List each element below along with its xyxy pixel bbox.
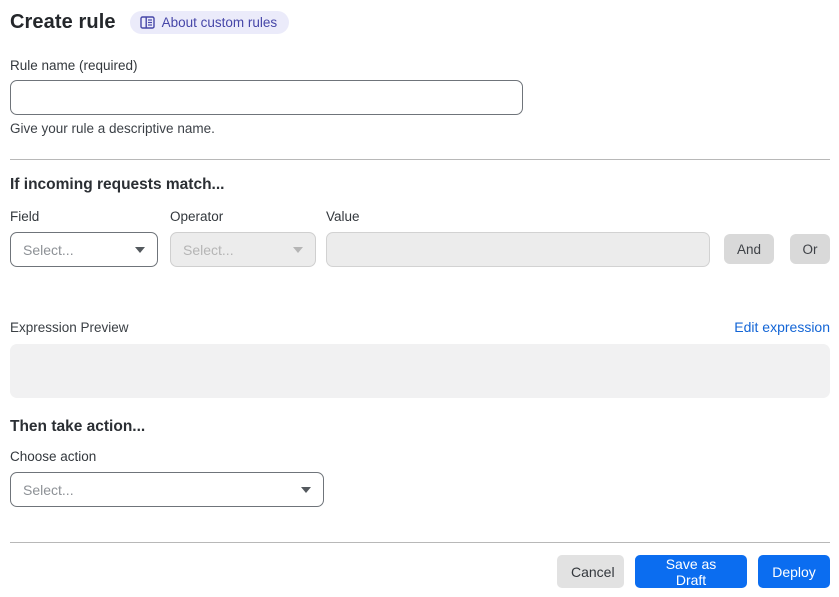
chevron-down-icon (135, 246, 145, 253)
field-select[interactable]: Select... (10, 232, 158, 267)
or-button[interactable]: Or (790, 234, 830, 264)
rule-name-label: Rule name (required) (10, 58, 138, 73)
andor-button-group: And Or (724, 234, 830, 264)
match-condition-row: Field Select... Operator Select... Value… (10, 209, 830, 267)
edit-expression-link[interactable]: Edit expression (734, 319, 830, 335)
value-column: Value (326, 209, 710, 267)
action-section-heading: Then take action... (10, 418, 146, 435)
deploy-button[interactable]: Deploy (758, 555, 830, 588)
create-rule-form: Create rule About custom rules Rule name… (0, 0, 839, 588)
operator-select: Select... (170, 232, 316, 267)
header: Create rule About custom rules (10, 8, 830, 36)
book-icon (139, 15, 155, 29)
field-select-value: Select... (23, 241, 74, 258)
value-label: Value (326, 209, 360, 224)
choose-action-select[interactable]: Select... (10, 472, 324, 507)
rule-name-input[interactable] (10, 80, 523, 115)
expression-preview-panel (10, 344, 830, 398)
about-custom-rules-label: About custom rules (161, 14, 278, 30)
expression-preview-header: Expression Preview Edit expression (10, 319, 830, 335)
operator-label: Operator (170, 209, 224, 224)
and-button[interactable]: And (724, 234, 774, 264)
operator-select-value: Select... (183, 241, 234, 258)
expression-preview-label: Expression Preview (10, 320, 129, 335)
save-as-draft-button[interactable]: Save as Draft (635, 555, 747, 588)
section-divider-top (10, 159, 830, 160)
footer-divider (10, 542, 830, 543)
field-label: Field (10, 209, 40, 224)
choose-action-label: Choose action (10, 449, 97, 464)
chevron-down-icon (301, 486, 311, 493)
match-section-heading: If incoming requests match... (10, 176, 225, 193)
cancel-button[interactable]: Cancel (557, 555, 624, 588)
footer-actions: Cancel Save as Draft Deploy (10, 555, 830, 588)
operator-column: Operator Select... (170, 209, 316, 267)
chevron-down-icon (293, 246, 303, 253)
rule-name-helper: Give your rule a descriptive name. (10, 121, 215, 136)
about-custom-rules-link[interactable]: About custom rules (129, 10, 290, 34)
field-column: Field Select... (10, 209, 158, 267)
choose-action-select-value: Select... (23, 481, 74, 498)
value-input (326, 232, 710, 267)
page-title: Create rule (10, 10, 116, 33)
